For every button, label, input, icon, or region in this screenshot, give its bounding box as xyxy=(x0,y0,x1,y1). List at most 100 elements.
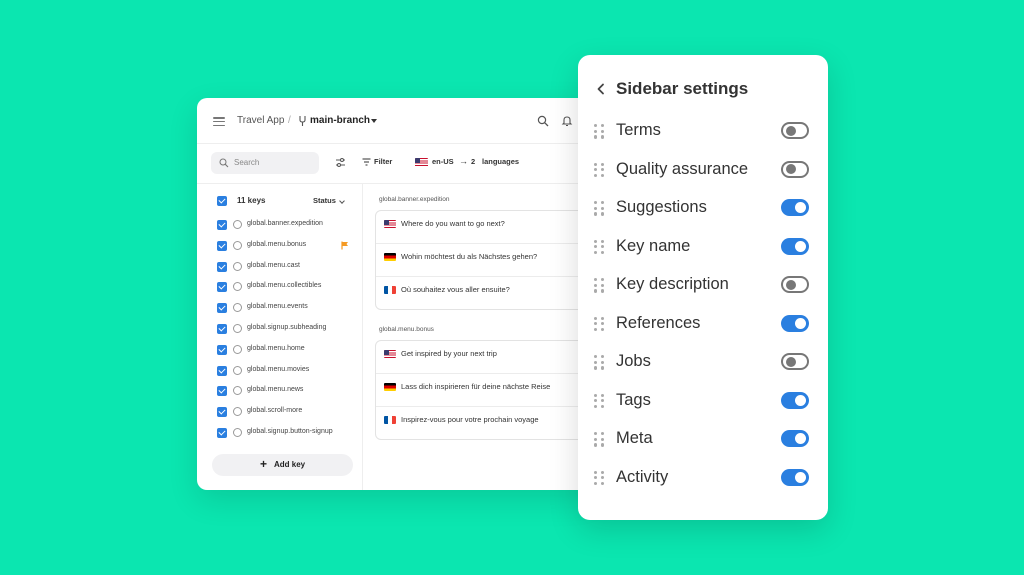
setting-label: Key description xyxy=(616,275,729,293)
translation-row[interactable]: Wohin möchtest du als Nächstes gehen? xyxy=(376,244,597,277)
drag-handle-icon[interactable] xyxy=(594,239,605,255)
setting-toggle[interactable] xyxy=(781,122,809,139)
chevron-down-icon[interactable] xyxy=(371,119,377,123)
bell-icon[interactable] xyxy=(561,115,573,127)
key-row[interactable]: global.menu.home xyxy=(197,341,363,359)
translation-card: Where do you want to go next? Wohin möcht… xyxy=(375,210,597,310)
fr-flag-icon xyxy=(384,416,396,424)
key-name[interactable]: global.menu.cast xyxy=(247,262,300,269)
keys-count: 11 keys xyxy=(237,196,266,205)
key-checkbox[interactable] xyxy=(217,282,227,293)
setting-toggle[interactable] xyxy=(781,276,809,293)
search-input[interactable]: Search xyxy=(211,152,319,174)
breadcrumb-app-name[interactable]: Travel App xyxy=(237,115,284,126)
setting-toggle[interactable] xyxy=(781,237,809,255)
select-all-checkbox[interactable] xyxy=(217,196,227,206)
filter-button[interactable]: Filter xyxy=(374,157,392,166)
key-checkbox[interactable] xyxy=(217,365,227,376)
translation-text[interactable]: Où souhaitez vous aller ensuite? xyxy=(401,285,510,294)
key-name[interactable]: global.menu.news xyxy=(247,386,303,393)
translation-key-label: global.banner.expedition xyxy=(379,196,450,203)
drag-handle-icon[interactable] xyxy=(594,470,605,486)
setting-row: Quality assurance xyxy=(578,153,828,185)
key-checkbox[interactable] xyxy=(217,324,227,334)
key-row[interactable]: global.signup.subheading xyxy=(197,320,363,338)
status-dropdown[interactable]: Status xyxy=(313,196,336,205)
setting-toggle[interactable] xyxy=(781,314,809,332)
setting-label: Quality assurance xyxy=(616,159,749,178)
key-checkbox[interactable] xyxy=(217,407,227,418)
setting-toggle[interactable] xyxy=(781,468,809,486)
key-row[interactable]: global.menu.cast xyxy=(197,258,363,276)
filter-icon[interactable] xyxy=(362,158,371,166)
setting-toggle[interactable] xyxy=(781,353,809,370)
key-checkbox[interactable] xyxy=(217,386,227,397)
status-circle-icon xyxy=(233,282,242,292)
drag-handle-icon[interactable] xyxy=(594,393,605,409)
key-name[interactable]: global.scroll-more xyxy=(247,407,302,414)
setting-row: Jobs xyxy=(578,345,828,377)
setting-toggle[interactable] xyxy=(781,430,809,447)
toolbar: Search Filter en-US → 2 languages xyxy=(197,144,597,184)
key-checkbox[interactable] xyxy=(217,220,227,230)
translation-text[interactable]: Where do you want to go next? xyxy=(401,219,505,228)
translation-text[interactable]: Get inspired by your next trip xyxy=(401,349,497,358)
setting-toggle[interactable] xyxy=(781,199,809,216)
key-row[interactable]: global.menu.news xyxy=(197,382,363,400)
status-circle-icon xyxy=(233,303,242,313)
translation-row[interactable]: Inspirez-vous pour votre prochain voyage xyxy=(376,407,597,440)
key-checkbox[interactable] xyxy=(217,344,227,355)
translation-row[interactable]: Where do you want to go next? xyxy=(376,211,597,244)
key-row[interactable]: global.menu.movies xyxy=(197,362,363,380)
key-name[interactable]: global.menu.home xyxy=(247,345,305,352)
key-name[interactable]: global.banner.expedition xyxy=(247,220,323,227)
translation-row[interactable]: Où souhaitez vous aller ensuite? xyxy=(376,277,597,310)
chevron-left-icon[interactable] xyxy=(596,83,605,95)
key-name[interactable]: global.menu.bonus xyxy=(247,241,306,248)
key-name[interactable]: global.menu.collectibles xyxy=(247,282,321,289)
target-language-count[interactable]: 2 xyxy=(471,157,475,166)
setting-row: Meta xyxy=(578,422,828,454)
menu-icon[interactable] xyxy=(213,117,225,127)
add-key-button[interactable]: + Add key xyxy=(212,454,353,476)
setting-row: Key name xyxy=(578,230,828,262)
key-row[interactable]: global.menu.collectibles xyxy=(197,278,363,296)
keys-panel: 11 keys Status global.banner.expedition g… xyxy=(197,184,363,490)
drag-handle-icon[interactable] xyxy=(594,201,605,216)
translation-text[interactable]: Lass dich inspirieren für deine nächste … xyxy=(401,382,550,391)
key-name[interactable]: global.signup.subheading xyxy=(247,324,326,331)
key-name[interactable]: global.menu.events xyxy=(247,303,308,310)
source-language[interactable]: en-US xyxy=(432,157,454,166)
drag-handle-icon[interactable] xyxy=(594,316,605,332)
key-checkbox[interactable] xyxy=(217,428,227,438)
key-row[interactable]: global.scroll-more xyxy=(197,403,363,421)
keys-header: 11 keys Status xyxy=(197,194,362,210)
key-name[interactable]: global.signup.button-signup xyxy=(247,428,333,435)
drag-handle-icon[interactable] xyxy=(594,124,605,139)
target-language-label[interactable]: languages xyxy=(482,157,519,166)
add-key-label: Add key xyxy=(274,460,306,469)
chevron-down-icon[interactable] xyxy=(339,198,345,204)
setting-toggle[interactable] xyxy=(781,391,809,409)
branch-selector[interactable]: main-branch xyxy=(310,115,370,126)
key-checkbox[interactable] xyxy=(217,303,227,314)
key-checkbox[interactable] xyxy=(217,240,227,251)
drag-handle-icon[interactable] xyxy=(594,162,605,178)
key-row[interactable]: global.menu.events xyxy=(197,299,363,317)
key-row[interactable]: global.banner.expedition xyxy=(197,216,363,234)
translation-text[interactable]: Wohin möchtest du als Nächstes gehen? xyxy=(401,252,537,261)
drag-handle-icon[interactable] xyxy=(594,278,605,293)
translation-text[interactable]: Inspirez-vous pour votre prochain voyage xyxy=(401,415,539,424)
key-row[interactable]: global.menu.bonus xyxy=(197,237,363,255)
key-checkbox[interactable] xyxy=(217,261,227,272)
key-name[interactable]: global.menu.movies xyxy=(247,366,309,373)
setting-toggle[interactable] xyxy=(781,160,809,178)
key-row[interactable]: global.signup.button-signup xyxy=(197,424,363,442)
setting-row: Activity xyxy=(578,461,828,493)
translation-row[interactable]: Lass dich inspirieren für deine nächste … xyxy=(376,374,597,407)
search-icon[interactable] xyxy=(537,115,549,127)
drag-handle-icon[interactable] xyxy=(594,355,605,370)
translation-row[interactable]: Get inspired by your next trip xyxy=(376,341,597,374)
drag-handle-icon[interactable] xyxy=(594,432,605,447)
settings-sliders-icon[interactable] xyxy=(335,157,346,168)
